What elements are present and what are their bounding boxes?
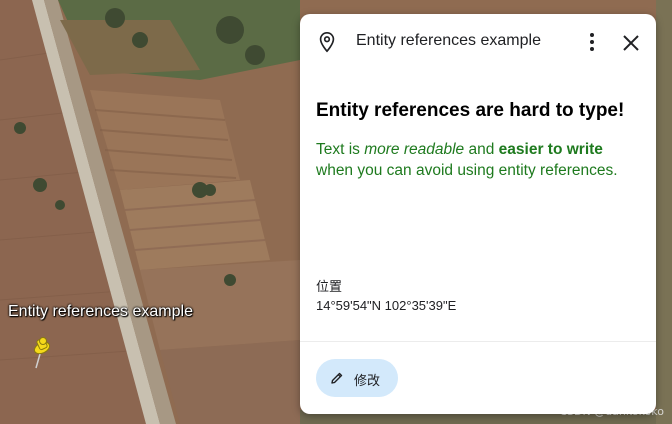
placemark-info-card: Entity references example Entity referen… [300, 14, 656, 414]
description-text-before: Text is [316, 141, 365, 158]
description-heading: Entity references are hard to type! [316, 100, 625, 121]
description-text-after: when you can avoid using entity referenc… [316, 162, 618, 179]
location-label: 位置 [316, 279, 343, 294]
place-icon [316, 31, 338, 53]
description-text-middle: and [464, 141, 499, 158]
edit-button[interactable]: 修改 [316, 359, 398, 397]
description-emphasis: more readable [364, 141, 465, 158]
description-text: Text is more readable and easier to writ… [316, 139, 642, 181]
edit-button-label: 修改 [354, 373, 381, 388]
description-strong: easier to write [498, 141, 603, 158]
yellow-pushpin-icon[interactable] [30, 336, 54, 370]
card-header: Entity references example [300, 14, 656, 70]
card-title: Entity references example [356, 32, 541, 49]
location-coordinates: 14°59'54"N 102°35'39"E [316, 298, 457, 313]
close-icon[interactable] [620, 32, 642, 54]
divider [300, 341, 656, 342]
pencil-icon [330, 371, 344, 385]
more-vert-icon[interactable] [582, 31, 602, 53]
placemark-label[interactable]: Entity references example [8, 303, 193, 321]
